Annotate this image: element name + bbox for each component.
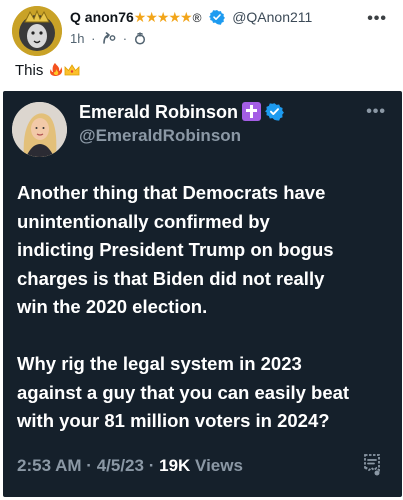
body-line: against a guy that you can easily beat	[17, 381, 350, 403]
body-line: Another thing that Democrats have	[17, 182, 326, 203]
paragraph-1: Another thing that Democrats have uninte…	[17, 179, 397, 322]
receipt-icon[interactable]	[362, 453, 382, 477]
embed-time[interactable]: 2:53 AM	[17, 456, 82, 475]
registered-mark: ®	[192, 11, 202, 25]
footer-dot-2: ·	[148, 456, 155, 475]
embed-name-line: Emerald Robinson	[79, 102, 284, 123]
embed-footer: 2:53 AM · 4/5/23 · 19K Views	[17, 456, 243, 476]
lion-avatar-icon	[12, 6, 62, 56]
post-time[interactable]: 1h	[70, 31, 84, 46]
stars-emoji: ★★★★★	[133, 9, 193, 25]
fire-crown-emoji-icon	[49, 63, 79, 76]
meta-separator: ·	[91, 31, 96, 46]
views-count: 19K	[159, 456, 191, 475]
post-text: This	[15, 62, 82, 79]
post-meta: 1h · ·	[70, 31, 146, 46]
author-avatar[interactable]	[12, 6, 62, 56]
author-handle[interactable]: @QAnon211	[232, 9, 312, 25]
embed-author-handle[interactable]: @EmeraldRobinson	[79, 126, 241, 146]
embed-tweet-body: Another thing that Democrats have uninte…	[17, 179, 397, 436]
verified-badge-icon	[209, 10, 226, 25]
cross-emoji-icon	[242, 102, 262, 121]
embed-author-name[interactable]: Emerald Robinson	[79, 102, 238, 122]
more-options-icon[interactable]: •••	[367, 10, 387, 28]
edited-icon	[134, 32, 145, 45]
body-line: indicting President Trump on bogus	[17, 239, 334, 260]
views-label: Views	[195, 456, 243, 475]
embedded-tweet-card[interactable]: Emerald Robinson @EmeraldRobinson ••• An…	[3, 91, 402, 497]
audience-icon	[103, 32, 116, 44]
post-header: Q anon76★★★★★® @QAnon211 1h · · •••	[0, 0, 403, 58]
embed-more-options-icon[interactable]: •••	[366, 103, 386, 121]
author-line: Q anon76★★★★★® @QAnon211	[70, 9, 312, 26]
paragraph-2: Why rig the legal system in 2023 against…	[17, 350, 397, 436]
embed-verified-badge-icon	[265, 103, 284, 121]
embed-date[interactable]: 4/5/23	[97, 456, 144, 475]
footer-dot: ·	[86, 456, 92, 475]
body-line: win the 2020 election.	[17, 296, 208, 317]
person-avatar-icon	[12, 102, 67, 157]
post-text-content: This	[15, 62, 44, 79]
embed-author-avatar[interactable]	[12, 102, 67, 157]
body-line: charges is that Biden did not really	[17, 267, 325, 289]
author-name[interactable]: Q anon76	[70, 9, 134, 25]
body-line: Why rig the legal system in 2023	[17, 353, 302, 374]
body-line: with your 81 million voters in 2024?	[17, 410, 330, 431]
body-line: unintentionally confirmed by	[17, 210, 270, 232]
meta-separator-2: ·	[122, 31, 128, 46]
